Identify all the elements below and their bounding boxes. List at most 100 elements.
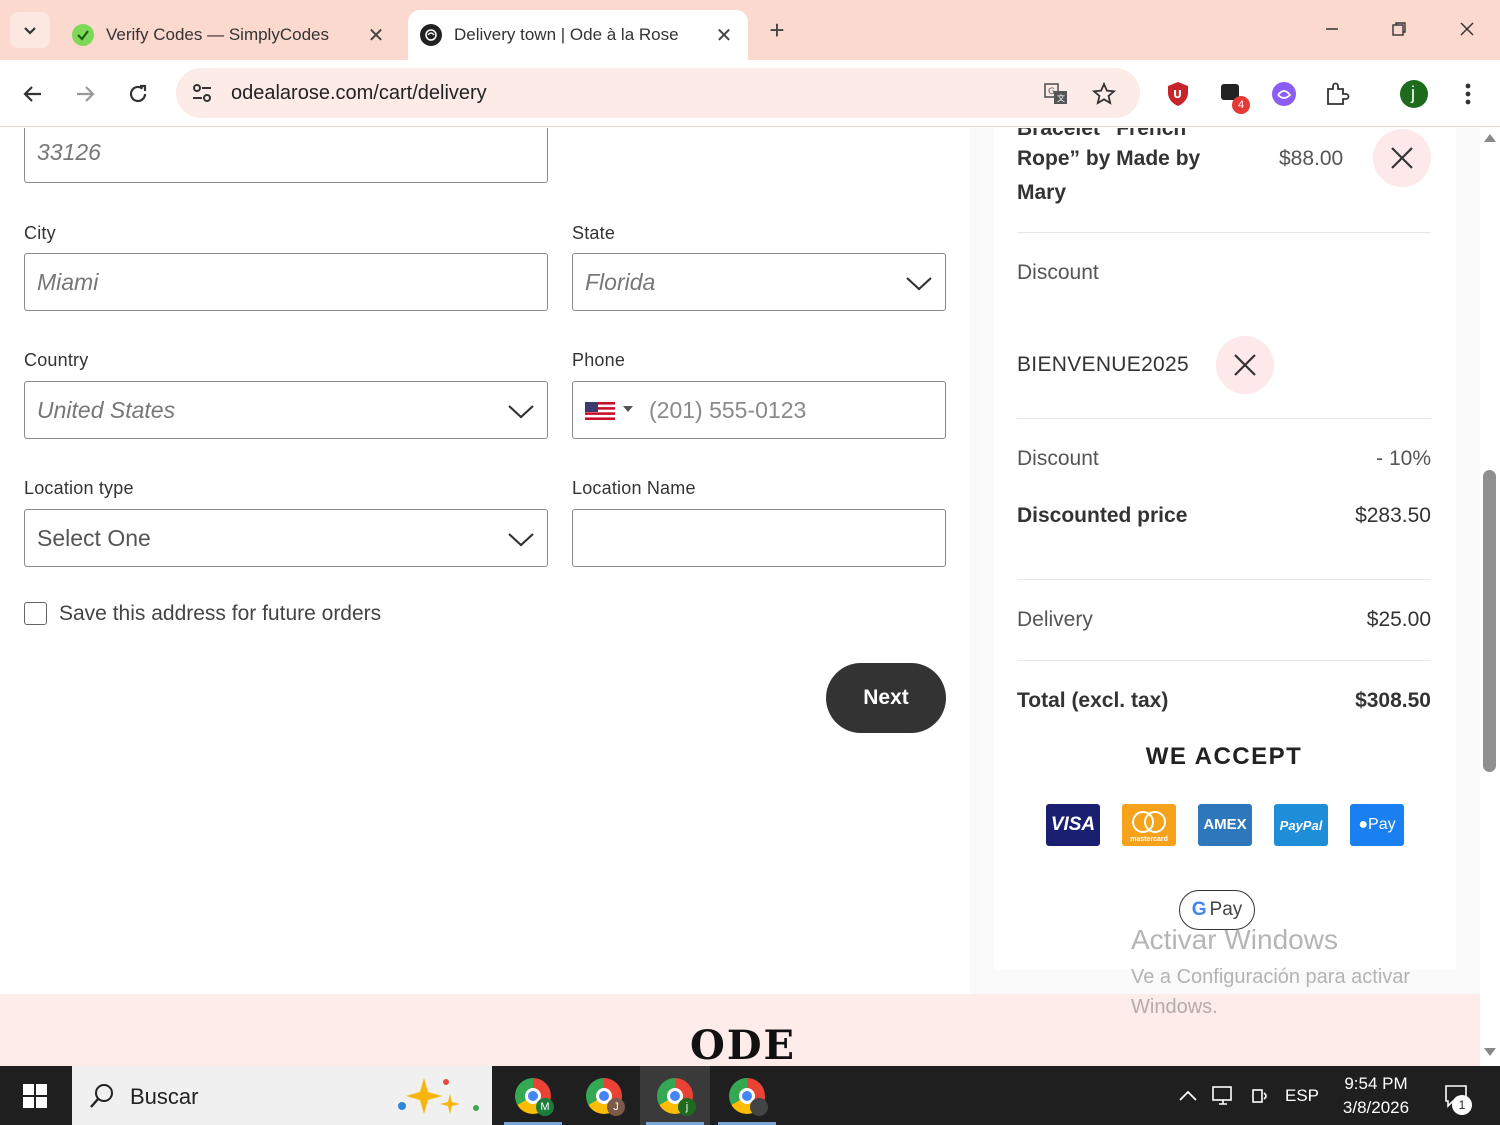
bookmark-star-icon[interactable] (1090, 80, 1118, 108)
extension-badge: 4 (1232, 96, 1250, 114)
tab-search-button[interactable] (10, 12, 50, 48)
paypal-icon: PayPal (1274, 804, 1328, 846)
apple-pay-label: Pay (1368, 816, 1396, 833)
phone-label: Phone (572, 350, 626, 370)
taskbar-chrome-j[interactable]: J (569, 1066, 639, 1125)
amex-icon: AMEX (1198, 804, 1252, 846)
arrow-right-icon (77, 86, 95, 102)
show-hidden-icons-icon[interactable] (1174, 1066, 1202, 1125)
zip-code-input[interactable]: 33126 (24, 128, 548, 183)
location-type-label: Location type (24, 478, 134, 498)
reload-icon (129, 84, 147, 103)
tab-title: Verify Codes — SimplyCodes (106, 25, 329, 44)
location-name-label: Location Name (572, 478, 696, 498)
windows-taskbar: Buscar M J j ESP 9:54 PM 3/8/2026 1 (0, 1066, 1500, 1125)
start-button[interactable] (0, 1066, 70, 1125)
discount-heading: Discount (1017, 261, 1099, 284)
close-window-icon[interactable] (1449, 14, 1485, 44)
chevron-down-icon (508, 405, 534, 419)
clock-time: 9:54 PM (1344, 1074, 1408, 1093)
reload-button[interactable] (120, 76, 156, 112)
windows-logo-icon (23, 1083, 47, 1108)
delivery-label: Delivery (1017, 608, 1093, 631)
chevron-down-icon (906, 277, 932, 291)
simplycodes-favicon-icon (72, 24, 94, 46)
location-type-value: Select One (37, 525, 151, 551)
discount-value: - 10% (1376, 447, 1431, 470)
taskbar-search[interactable]: Buscar (72, 1066, 492, 1125)
ublock-extension-icon[interactable]: U (1164, 80, 1192, 108)
profile-badge (750, 1098, 768, 1116)
taskbar-clock[interactable]: 9:54 PM 3/8/2026 (1336, 1072, 1416, 1120)
svg-text:G: G (1048, 87, 1055, 97)
apple-pay-icon: ● Pay (1350, 804, 1404, 846)
delivery-value: $25.00 (1366, 608, 1431, 631)
google-pay-label: Pay (1209, 899, 1243, 920)
close-icon (1234, 354, 1256, 376)
volume-icon[interactable] (1246, 1066, 1274, 1125)
restore-window-icon[interactable] (1381, 14, 1417, 44)
tab-simplycodes[interactable]: Verify Codes — SimplyCodes ✕ (60, 10, 400, 60)
zip-code-value: 33126 (37, 139, 101, 165)
activate-windows-text: Ve a Configuración para activar Windows. (1131, 966, 1411, 1018)
browser-menu-icon[interactable] (1454, 80, 1482, 108)
visa-icon: VISA (1046, 804, 1100, 846)
city-value: Miami (37, 269, 99, 295)
total-label: Total (excl. tax) (1017, 689, 1169, 712)
taskbar-chrome-active[interactable]: j (640, 1066, 710, 1125)
scroll-up-icon[interactable] (1484, 134, 1496, 142)
country-select[interactable]: United States (24, 381, 548, 439)
close-icon (1391, 147, 1413, 169)
chevron-down-icon (24, 27, 36, 35)
remove-item-button[interactable] (1373, 129, 1431, 187)
address-bar[interactable]: odealarose.com/cart/delivery G文 (176, 68, 1140, 118)
profile-badge: J (607, 1098, 625, 1116)
phone-input[interactable]: (201) 555-0123 (572, 381, 946, 439)
next-button[interactable]: Next (826, 663, 946, 733)
caret-down-icon (623, 406, 633, 412)
taskbar-chrome-guest[interactable] (712, 1066, 782, 1125)
search-icon (90, 1084, 113, 1108)
back-button[interactable] (15, 76, 51, 112)
clock-date: 3/8/2026 (1342, 1098, 1410, 1117)
discounted-price-label: Discounted price (1017, 504, 1188, 527)
svg-text:U: U (1173, 88, 1182, 101)
close-tab-icon[interactable]: ✕ (362, 23, 390, 48)
close-tab-icon[interactable]: ✕ (710, 23, 738, 48)
tab-odealarose[interactable]: Delivery town | Ode à la Rose ✕ (408, 10, 748, 60)
extensions-puzzle-icon[interactable] (1323, 80, 1351, 108)
profile-badge: M (536, 1098, 554, 1116)
forward-button[interactable] (67, 76, 103, 112)
chevron-down-icon (508, 533, 534, 547)
state-value: Florida (585, 269, 656, 295)
state-select[interactable]: Florida (572, 253, 946, 311)
location-type-select[interactable]: Select One (24, 509, 548, 567)
delivery-form: 33126 City Miami State Florida Country U… (0, 128, 970, 994)
country-label: Country (24, 350, 89, 370)
minimize-window-icon[interactable] (1314, 14, 1350, 44)
us-flag-icon[interactable] (585, 402, 615, 420)
save-address-checkbox[interactable] (24, 602, 47, 625)
remove-discount-button[interactable] (1216, 336, 1274, 394)
profile-badge: j (678, 1098, 696, 1116)
taskbar-chrome-m[interactable]: M (498, 1066, 568, 1125)
scroll-down-icon[interactable] (1484, 1048, 1496, 1056)
svg-text:文: 文 (1057, 93, 1065, 103)
site-settings-icon[interactable] (190, 81, 214, 105)
divider (1017, 660, 1431, 661)
new-tab-button[interactable]: + (762, 16, 792, 46)
language-indicator[interactable]: ESP (1280, 1066, 1324, 1125)
notifications-extension-icon[interactable]: 4 (1218, 80, 1250, 114)
scrollbar-thumb[interactable] (1483, 470, 1496, 772)
purple-extension-icon[interactable] (1270, 80, 1298, 108)
profile-avatar[interactable]: j (1400, 80, 1428, 108)
network-icon[interactable] (1208, 1066, 1240, 1125)
arrow-left-icon (23, 86, 41, 102)
total-value: $308.50 (1355, 689, 1431, 712)
save-address-label[interactable]: Save this address for future orders (59, 602, 381, 626)
location-name-input[interactable] (572, 509, 946, 567)
page-content: 33126 City Miami State Florida Country U… (0, 128, 1480, 1066)
translate-icon[interactable]: G文 (1042, 80, 1070, 108)
city-input[interactable]: Miami (24, 253, 548, 311)
notification-center-icon[interactable]: 1 (1432, 1066, 1482, 1125)
